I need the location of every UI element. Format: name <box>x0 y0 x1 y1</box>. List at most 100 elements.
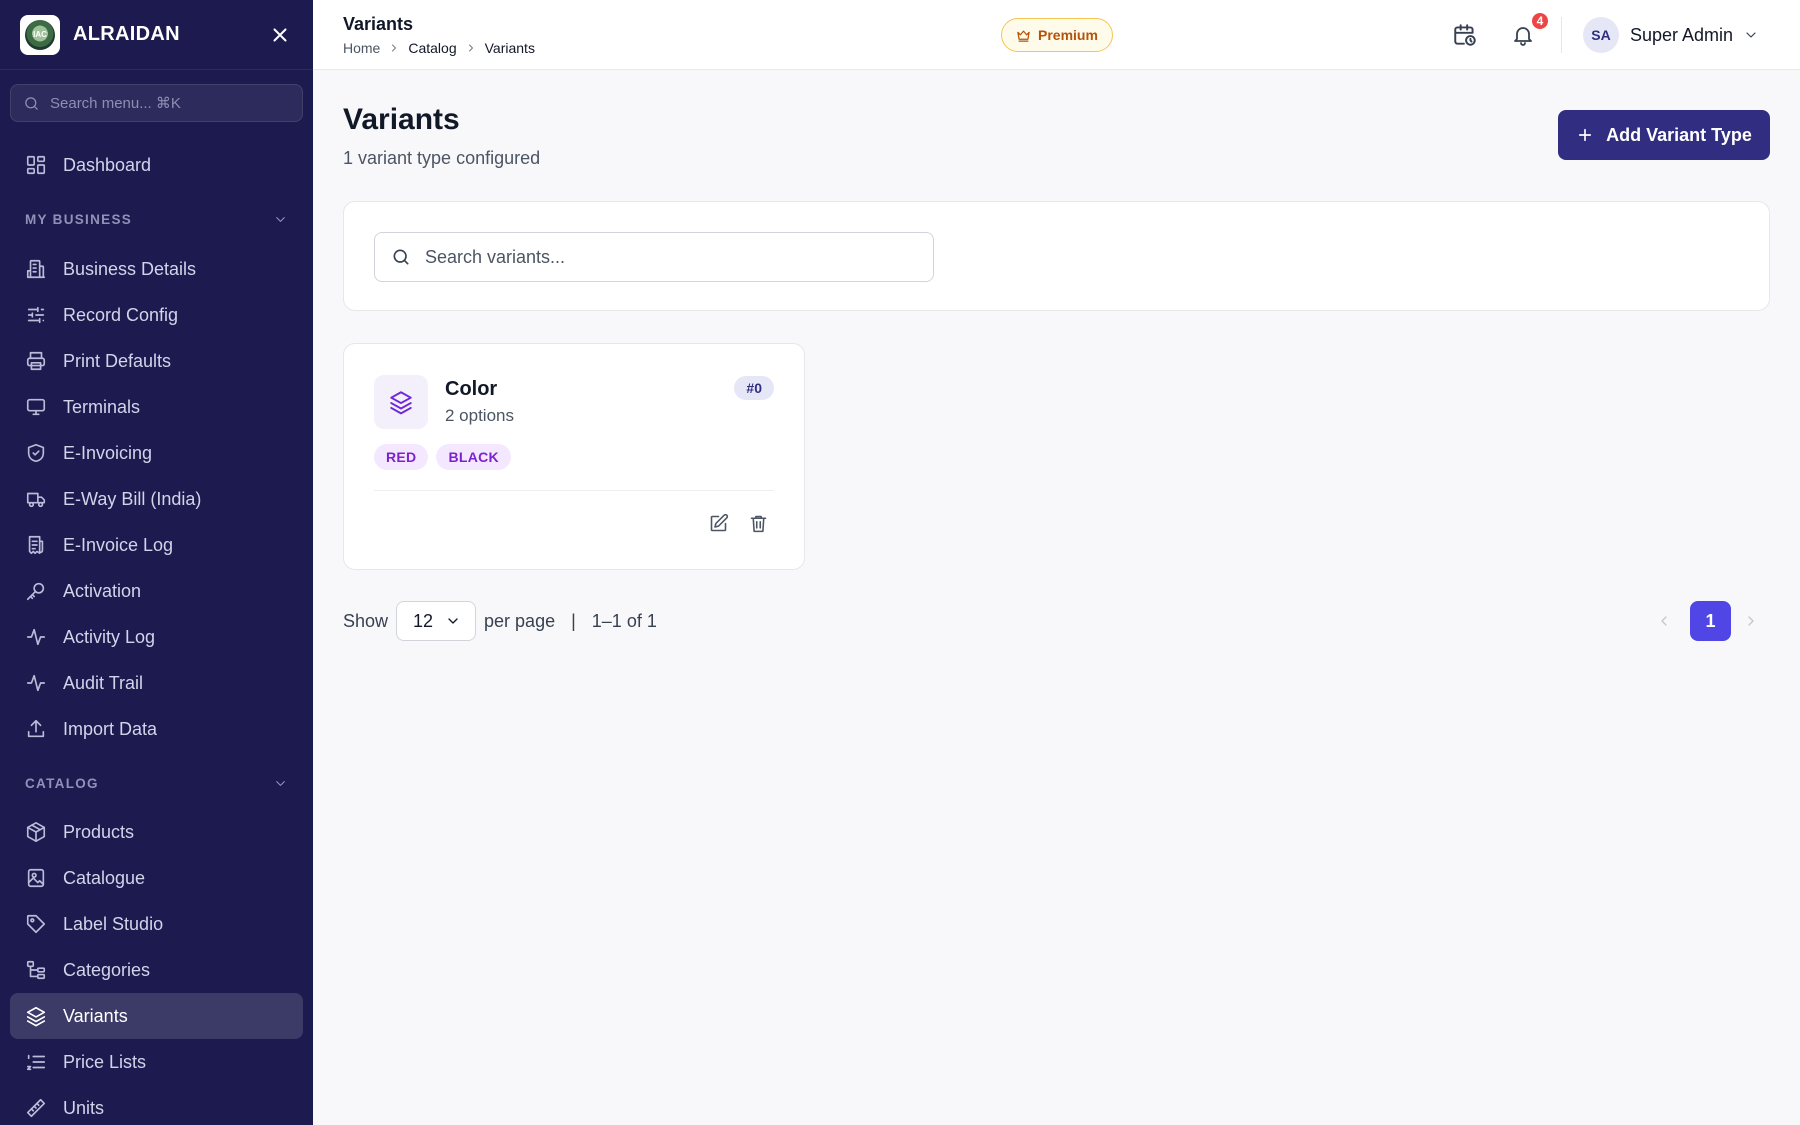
menu-search[interactable] <box>10 84 303 122</box>
sidebar-item-label: Dashboard <box>63 154 152 175</box>
variant-options-count: 2 options <box>445 406 514 425</box>
sidebar-item-import-data[interactable]: Import Data <box>10 706 303 752</box>
add-variant-type-button[interactable]: Add Variant Type <box>1558 110 1770 160</box>
variant-card[interactable]: Color 2 options #0 RED BLACK <box>343 343 805 570</box>
option-tag: RED <box>374 444 429 470</box>
chevron-down-icon <box>276 216 285 222</box>
variant-search-input[interactable] <box>425 246 905 268</box>
pagination-separator: | <box>571 610 576 631</box>
search-card <box>343 201 1770 311</box>
tree-icon <box>26 960 46 980</box>
sidebar-item-label: E-Invoice Log <box>63 534 174 555</box>
sidebar-item-terminals[interactable]: Terminals <box>10 384 303 430</box>
variant-icon-tile <box>374 375 428 429</box>
sidebar-item-e-invoicing[interactable]: E-Invoicing <box>10 430 303 476</box>
avatar: SA <box>1583 17 1619 53</box>
page-subtitle: 1 variant type configured <box>343 148 541 168</box>
user-name: Super Admin <box>1630 24 1734 45</box>
sidebar-item-variants[interactable]: Variants <box>10 993 303 1039</box>
sidebar-item-e-invoice-log[interactable]: E-Invoice Log <box>10 522 303 568</box>
sidebar-item-label: Products <box>63 821 135 842</box>
sidebar-item-categories[interactable]: Categories <box>10 947 303 993</box>
package-icon <box>26 822 46 842</box>
sidebar-item-label: Business Details <box>63 258 197 279</box>
image-icon <box>27 868 45 888</box>
notification-count-badge: 4 <box>1530 11 1550 31</box>
chevron-down-icon <box>448 618 458 624</box>
trash-icon <box>750 515 766 532</box>
sidebar-item-catalogue[interactable]: Catalogue <box>10 855 303 901</box>
prev-page-button[interactable] <box>1654 611 1674 631</box>
breadcrumb-catalog[interactable]: Catalog <box>408 40 456 56</box>
sidebar-item-units[interactable]: Units <box>10 1085 303 1125</box>
close-icon <box>273 27 287 42</box>
sidebar-item-label: Activation <box>63 580 142 601</box>
breadcrumb-current: Variants <box>484 40 535 56</box>
sidebar-item-record-config[interactable]: Record Config <box>10 292 303 338</box>
variant-option-tags: RED BLACK <box>374 444 519 470</box>
sidebar-item-print-defaults[interactable]: Print Defaults <box>10 338 303 384</box>
top-header: Variants Home Catalog Variants Premium <box>313 0 1800 70</box>
section-title: MY BUSINESS <box>25 211 133 227</box>
sidebar-item-price-lists[interactable]: Price Lists <box>10 1039 303 1085</box>
sidebar-item-label: Price Lists <box>63 1051 147 1072</box>
sidebar-item-label: E-Invoicing <box>63 442 153 463</box>
brand-name: ALRAIDAN <box>73 23 180 45</box>
chevron-left-icon <box>1661 616 1667 626</box>
activity-icon <box>26 628 46 646</box>
chevron-down-icon <box>276 780 285 786</box>
header-title: Variants <box>343 14 414 34</box>
sidebar-item-label-studio[interactable]: Label Studio <box>10 901 303 947</box>
breadcrumb: Home Catalog Variants <box>343 40 535 56</box>
sidebar-item-label: Variants <box>63 1005 128 1026</box>
variant-id-badge: #0 <box>734 376 774 400</box>
calendar-clock-button[interactable] <box>1450 20 1480 50</box>
sidebar-item-label: Print Defaults <box>63 350 172 371</box>
sidebar-item-audit-trail[interactable]: Audit Trail <box>10 660 303 706</box>
section-my-business[interactable]: MY BUSINESS <box>0 198 313 240</box>
building-icon <box>26 259 46 279</box>
crown-icon <box>1017 30 1030 42</box>
sidebar-item-label: Terminals <box>63 396 141 417</box>
premium-badge[interactable]: Premium <box>1001 18 1113 52</box>
sidebar-item-label: Categories <box>63 959 151 980</box>
close-sidebar-button[interactable] <box>267 22 293 48</box>
brand-logo[interactable]: IAC <box>20 14 60 55</box>
printer-icon <box>26 351 46 371</box>
activity-icon <box>26 674 46 692</box>
sidebar-item-products[interactable]: Products <box>10 809 303 855</box>
variant-search-box[interactable] <box>374 232 934 282</box>
plus-icon <box>1579 128 1592 142</box>
delete-variant-button[interactable] <box>744 509 772 537</box>
option-tag: BLACK <box>436 444 511 470</box>
sidebar-item-activity-log[interactable]: Activity Log <box>10 614 303 660</box>
breadcrumb-home[interactable]: Home <box>343 40 380 56</box>
sidebar-item-activation[interactable]: Activation <box>10 568 303 614</box>
sidebar-item-label: Audit Trail <box>63 672 144 693</box>
add-variant-type-label: Add Variant Type <box>1606 124 1752 145</box>
sidebar-item-dashboard[interactable]: Dashboard <box>10 142 303 188</box>
sidebar-item-business-details[interactable]: Business Details <box>10 246 303 292</box>
sidebar-item-e-way-bill[interactable]: E-Way Bill (India) <box>10 476 303 522</box>
per-page-select[interactable]: 12 <box>396 601 477 641</box>
per-page-value: 12 <box>413 610 434 631</box>
edit-variant-button[interactable] <box>704 509 732 537</box>
user-menu[interactable]: SA Super Admin <box>1583 17 1759 53</box>
receipt-icon <box>28 535 44 555</box>
page-title: Variants <box>343 103 460 136</box>
search-icon <box>25 96 38 110</box>
sidebar-item-label: Units <box>63 1097 105 1118</box>
section-catalog[interactable]: CATALOG <box>0 762 313 804</box>
menu-search-input[interactable] <box>50 94 270 112</box>
next-page-button[interactable] <box>1741 611 1761 631</box>
chevron-down-icon <box>1746 32 1756 38</box>
tag-icon <box>26 914 46 934</box>
page-button-current[interactable]: 1 <box>1690 601 1731 641</box>
layers-icon <box>390 391 412 415</box>
per-page-label: per page <box>484 610 556 631</box>
premium-label: Premium <box>1038 27 1098 43</box>
pagination-bar: Show 12 per page | 1–1 of 1 <box>343 601 657 641</box>
layers-icon <box>26 1006 46 1027</box>
show-label: Show <box>343 610 389 631</box>
sidebar: IAC ALRAIDAN Dashboard MY BUSINESS Busin… <box>0 0 313 1125</box>
